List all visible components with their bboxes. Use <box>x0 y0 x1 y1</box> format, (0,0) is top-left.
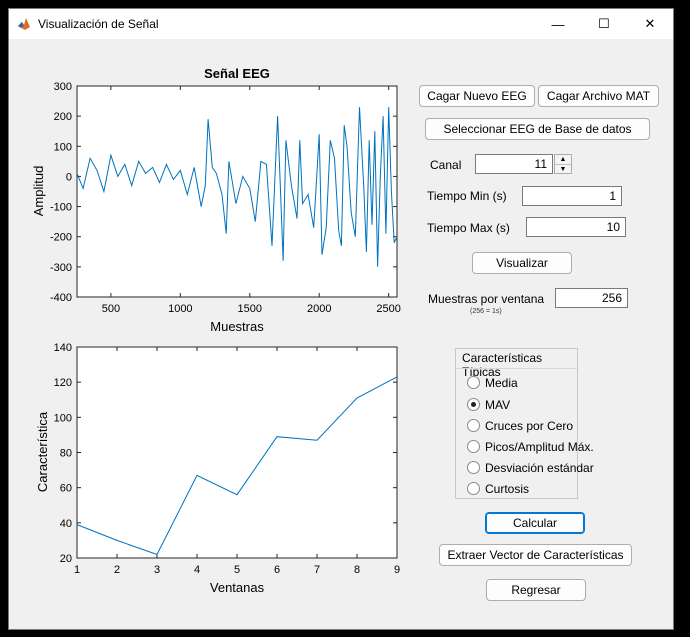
radio-label[interactable]: Picos/Amplitud Máx. <box>485 440 594 454</box>
window-title: Visualización de Señal <box>38 17 159 31</box>
radio-label[interactable]: Desviación estándar <box>485 461 594 475</box>
maximize-icon: ☐ <box>598 16 610 31</box>
feature-ytick-label: 40 <box>60 518 72 530</box>
radio-label[interactable]: Media <box>485 376 518 390</box>
feature-axes[interactable]: 140 120 100 80 60 40 20 1 2 3 4 5 6 7 8 9 Ventanas Car… <box>9 339 409 599</box>
radio-std[interactable] <box>467 461 480 474</box>
feature-xtick-label: 1 <box>74 564 80 576</box>
tmin-field[interactable]: 1 <box>522 186 622 206</box>
eeg-xtick-label: 2500 <box>376 303 400 315</box>
feature-xtick-label: 6 <box>274 564 280 576</box>
feature-xtick-label: 2 <box>114 564 120 576</box>
tmax-field[interactable]: 10 <box>526 217 626 237</box>
title-bar: Visualización de Señal — ☐ ✕ <box>9 9 673 39</box>
feature-ytick-label: 20 <box>60 553 72 565</box>
radio-mav[interactable] <box>467 398 480 411</box>
canal-field[interactable]: 11 <box>475 154 553 174</box>
canal-stepper[interactable]: ▲ ▼ <box>554 154 572 174</box>
feature-xtick-label: 5 <box>234 564 240 576</box>
eeg-xtick-label: 1500 <box>238 303 262 315</box>
feature-xtick-label: 7 <box>314 564 320 576</box>
samples-hint: (256 = 1s) <box>470 308 502 315</box>
eeg-ytick-label: -300 <box>50 262 72 274</box>
radio-media[interactable] <box>467 376 480 389</box>
radio-zero-crossings[interactable] <box>467 419 480 432</box>
eeg-xtick-label: 500 <box>102 303 120 315</box>
feature-ytick-label: 120 <box>54 377 72 389</box>
features-panel-title: Características Típicas <box>462 351 543 379</box>
chevron-up-icon[interactable]: ▲ <box>555 155 571 164</box>
feature-ytick-label: 80 <box>60 448 72 460</box>
radio-peaks[interactable] <box>467 440 480 453</box>
panel-divider <box>456 368 577 369</box>
feature-xtick-label: 4 <box>194 564 200 576</box>
tmax-label: Tiempo Max (s) <box>427 221 510 235</box>
minimize-button[interactable]: — <box>535 9 581 39</box>
feature-xtick-label: 8 <box>354 564 360 576</box>
eeg-ytick-label: -400 <box>50 292 72 304</box>
minimize-icon: — <box>551 16 565 32</box>
feature-xlabel: Ventanas <box>210 580 265 595</box>
feature-ytick-label: 140 <box>54 342 72 354</box>
app-window: Visualización de Señal — ☐ ✕ Señal EEG 3… <box>8 8 674 630</box>
eeg-title: Señal EEG <box>204 66 270 81</box>
eeg-xtick-label: 1000 <box>168 303 192 315</box>
close-icon: ✕ <box>644 16 656 31</box>
matlab-logo-icon <box>18 18 30 30</box>
eeg-ytick-label: 300 <box>54 81 72 93</box>
feature-ytick-label: 100 <box>54 412 72 424</box>
eeg-ytick-label: 100 <box>54 141 72 153</box>
chevron-down-icon[interactable]: ▼ <box>555 164 571 174</box>
maximize-button[interactable]: ☐ <box>581 9 627 39</box>
eeg-xtick-label: 2000 <box>307 303 331 315</box>
feature-xtick-label: 9 <box>394 564 400 576</box>
calculate-button[interactable]: Calcular <box>485 512 585 534</box>
visualize-button[interactable]: Visualizar <box>472 252 572 274</box>
eeg-axes[interactable]: Señal EEG 3002001000-100-200-300-400 500… <box>9 39 409 339</box>
feature-ylabel: Característica <box>35 411 50 492</box>
tmin-label: Tiempo Min (s) <box>427 189 507 203</box>
eeg-ytick-label: 200 <box>54 111 72 123</box>
features-panel: Características Típicas Media MAV Cruces… <box>455 348 594 499</box>
feature-xtick-label: 3 <box>154 564 160 576</box>
radio-label[interactable]: Curtosis <box>485 482 529 496</box>
load-eeg-button[interactable]: Cagar Nuevo EEG <box>419 85 535 107</box>
eeg-ylabel: Amplitud <box>31 166 46 217</box>
samples-field[interactable]: 256 <box>555 288 628 308</box>
close-button[interactable]: ✕ <box>627 9 673 39</box>
eeg-ytick-label: -100 <box>50 202 72 214</box>
load-mat-button[interactable]: Cagar Archivo MAT <box>538 85 659 107</box>
feature-plot-area <box>76 346 398 559</box>
back-button[interactable]: Regresar <box>486 579 586 601</box>
radio-kurtosis[interactable] <box>467 482 480 495</box>
eeg-ytick-label: 0 <box>66 171 72 183</box>
extract-vector-button[interactable]: Extraer Vector de Características <box>439 544 632 566</box>
radio-label[interactable]: MAV <box>485 398 510 412</box>
samples-label: Muestras por ventana <box>428 292 545 306</box>
eeg-plot-area <box>76 85 398 298</box>
canal-label: Canal <box>430 158 462 172</box>
eeg-xlabel: Muestras <box>210 319 264 334</box>
select-db-button[interactable]: Seleccionar EEG de Base de datos <box>425 118 650 140</box>
eeg-ytick-label: -200 <box>50 232 72 244</box>
radio-label[interactable]: Cruces por Cero <box>485 419 573 433</box>
feature-ytick-label: 60 <box>60 483 72 495</box>
